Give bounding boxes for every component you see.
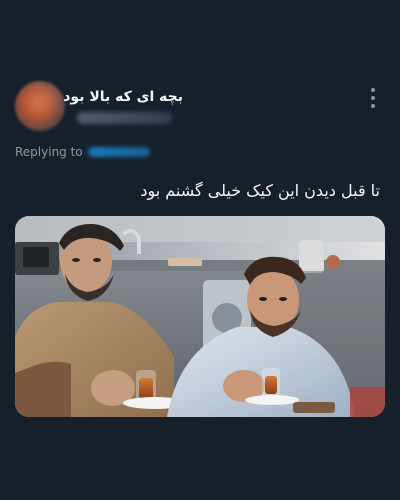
replying-to-mention-blurred[interactable] <box>87 147 150 157</box>
right-saucer <box>245 395 299 405</box>
more-options-button[interactable] <box>365 88 381 108</box>
background-cushion <box>350 387 385 417</box>
left-man-arm <box>15 361 71 417</box>
right-tea <box>265 376 277 394</box>
author-name[interactable]: بچه ای که بالا بود <box>63 87 183 107</box>
reply-context: Replying to <box>15 143 150 161</box>
right-man-eye-left <box>259 297 267 301</box>
author-handle-blurred[interactable] <box>77 112 172 124</box>
cake <box>293 402 335 413</box>
microwave-window <box>23 247 49 267</box>
tweet-card: بچه ای که بالا بود Replying to تا قبل دی… <box>0 0 400 500</box>
kettle <box>299 240 324 273</box>
avatar[interactable] <box>15 81 65 131</box>
media-scene <box>15 216 385 417</box>
avatar-highlight <box>15 81 65 131</box>
bread <box>168 258 202 266</box>
left-man-eye-left <box>72 258 80 262</box>
replying-to-label: Replying to <box>15 145 83 159</box>
fruit <box>326 255 340 269</box>
left-tea <box>139 378 153 399</box>
more-vertical-icon <box>371 88 375 108</box>
right-man-eye-right <box>279 297 287 301</box>
left-man-eye-right <box>93 258 101 262</box>
media-image[interactable] <box>15 216 385 417</box>
tweet-text: تا قبل دیدن این کیک خیلی گشنم بود <box>140 181 380 200</box>
